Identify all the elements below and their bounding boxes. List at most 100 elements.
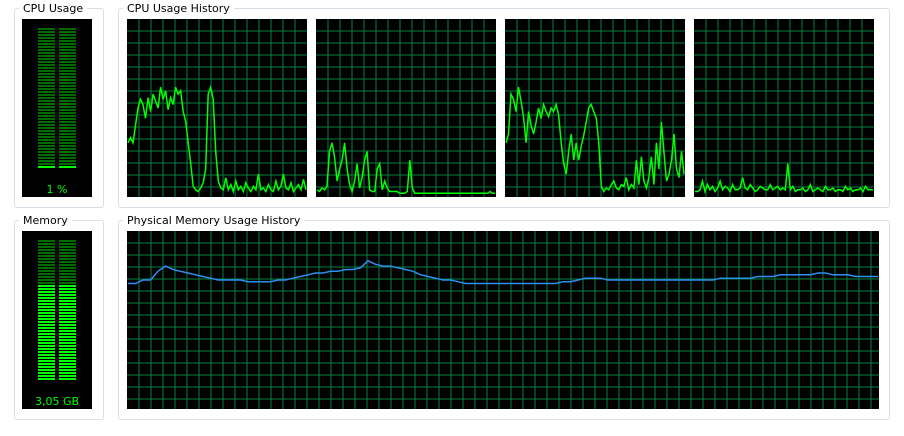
memory-meter-segment [59,246,76,248]
cpu-meter-segment [59,118,76,120]
cpu-core-graph-4 [694,19,874,197]
memory-meter-segment [38,264,55,266]
memory-meter-segment [59,243,76,245]
cpu-meter-segment-lit [59,166,76,168]
memory-history-plot [127,231,879,409]
memory-meter-segment-lit [38,348,55,350]
memory-meter-segment [59,261,76,263]
cpu-meter-segment [59,94,76,96]
cpu-usage-value: 1 % [46,183,68,196]
cpu-meter-segment [59,106,76,108]
memory-meter-segment-lit [59,351,76,353]
memory-meter-segment-lit [59,321,76,323]
cpu-meter-segment [38,31,55,33]
cpu-meter-segment [38,127,55,129]
memory-history-group: Physical Memory Usage History [118,214,890,420]
cpu-meter-segment [59,82,76,84]
memory-meter-segment-lit [38,321,55,323]
memory-meter-segment [59,264,76,266]
cpu-meter-segment [59,76,76,78]
cpu-meter-segment [59,130,76,132]
cpu-core-graph-2 [316,19,496,197]
cpu-meter-segment [38,43,55,45]
memory-meter-segment [38,282,55,284]
cpu-meter-segment [38,133,55,135]
memory-meter-segment [38,243,55,245]
cpu-meter-segment [38,145,55,147]
cpu-meter-segment [59,43,76,45]
memory-meter-segment-lit [38,306,55,308]
memory-meter-segment-lit [59,372,76,374]
memory-meter-segment [59,276,76,278]
cpu-meter-segment [38,52,55,54]
memory-meter-segment-lit [59,291,76,293]
cpu-history-label: CPU Usage History [123,2,234,15]
memory-meter-segment [38,258,55,260]
cpu-meter-segment [38,124,55,126]
cpu-core-plot [505,19,685,197]
cpu-meter-segment [38,103,55,105]
memory-meter-segment-lit [38,288,55,290]
cpu-meter-segment [59,31,76,33]
memory-meter-segment-lit [59,285,76,287]
memory-meter-segment-lit [38,375,55,377]
cpu-meter-segment [38,94,55,96]
memory-meter-segment [59,252,76,254]
memory-meter-segment [38,255,55,257]
cpu-meter-segment [38,28,55,30]
memory-meter-segment-lit [59,300,76,302]
cpu-meter-segment [38,67,55,69]
cpu-meter-segment [38,64,55,66]
cpu-meter-segment [38,121,55,123]
memory-meter-segment-lit [59,306,76,308]
memory-meter-segment-lit [59,354,76,356]
memory-meter: 3,05 GB [22,231,92,409]
cpu-meter-segment [59,121,76,123]
memory-meter-segment-lit [38,357,55,359]
cpu-meter-segment [38,97,55,99]
cpu-meter-segment [59,148,76,150]
memory-usage-line [128,259,878,285]
memory-meter-segment-lit [38,315,55,317]
cpu-meter-segment [59,160,76,162]
memory-meter-segment-lit [38,372,55,374]
cpu-meter-segment [59,73,76,75]
cpu-meter-segment [59,67,76,69]
cpu-meter-segment [38,61,55,63]
cpu-meter-segment [38,58,55,60]
cpu-meter-segment [59,151,76,153]
cpu-meter-segment [59,28,76,30]
cpu-meter-segment [59,52,76,54]
grid [316,19,496,197]
cpu-meter-segment [59,88,76,90]
cpu-meter-segment [59,97,76,99]
cpu-meter-segment [38,76,55,78]
cpu-meter-segment [59,55,76,57]
cpu-meter-segment [38,151,55,153]
cpu-meter-segment [38,85,55,87]
cpu-meter-segment [38,46,55,48]
memory-meter-segment [59,282,76,284]
memory-meter-segment-lit [38,312,55,314]
memory-group: Memory 3,05 GB [14,214,104,420]
memory-meter-segment [38,261,55,263]
memory-meter-segment-lit [38,318,55,320]
cpu-core-plot [694,19,874,197]
memory-meter-segment [38,240,55,242]
memory-meter-segment [38,246,55,248]
memory-meter-segment-lit [38,378,55,380]
memory-meter-segment-lit [59,375,76,377]
cpu-usage-group: CPU Usage 1 % [14,2,104,208]
memory-meter-segment-lit [38,342,55,344]
memory-meter-segment-lit [59,324,76,326]
memory-meter-segment-lit [38,369,55,371]
cpu-meter-segment [38,160,55,162]
cpu-usage-label: CPU Usage [19,2,88,15]
cpu-meter-segment [59,109,76,111]
memory-history-label: Physical Memory Usage History [123,214,305,227]
cpu-history-group: CPU Usage History [118,2,890,208]
memory-meter-segment-lit [38,303,55,305]
cpu-meter-segment-lit [38,166,55,168]
memory-meter-segment-lit [59,348,76,350]
memory-meter-segment-lit [59,339,76,341]
